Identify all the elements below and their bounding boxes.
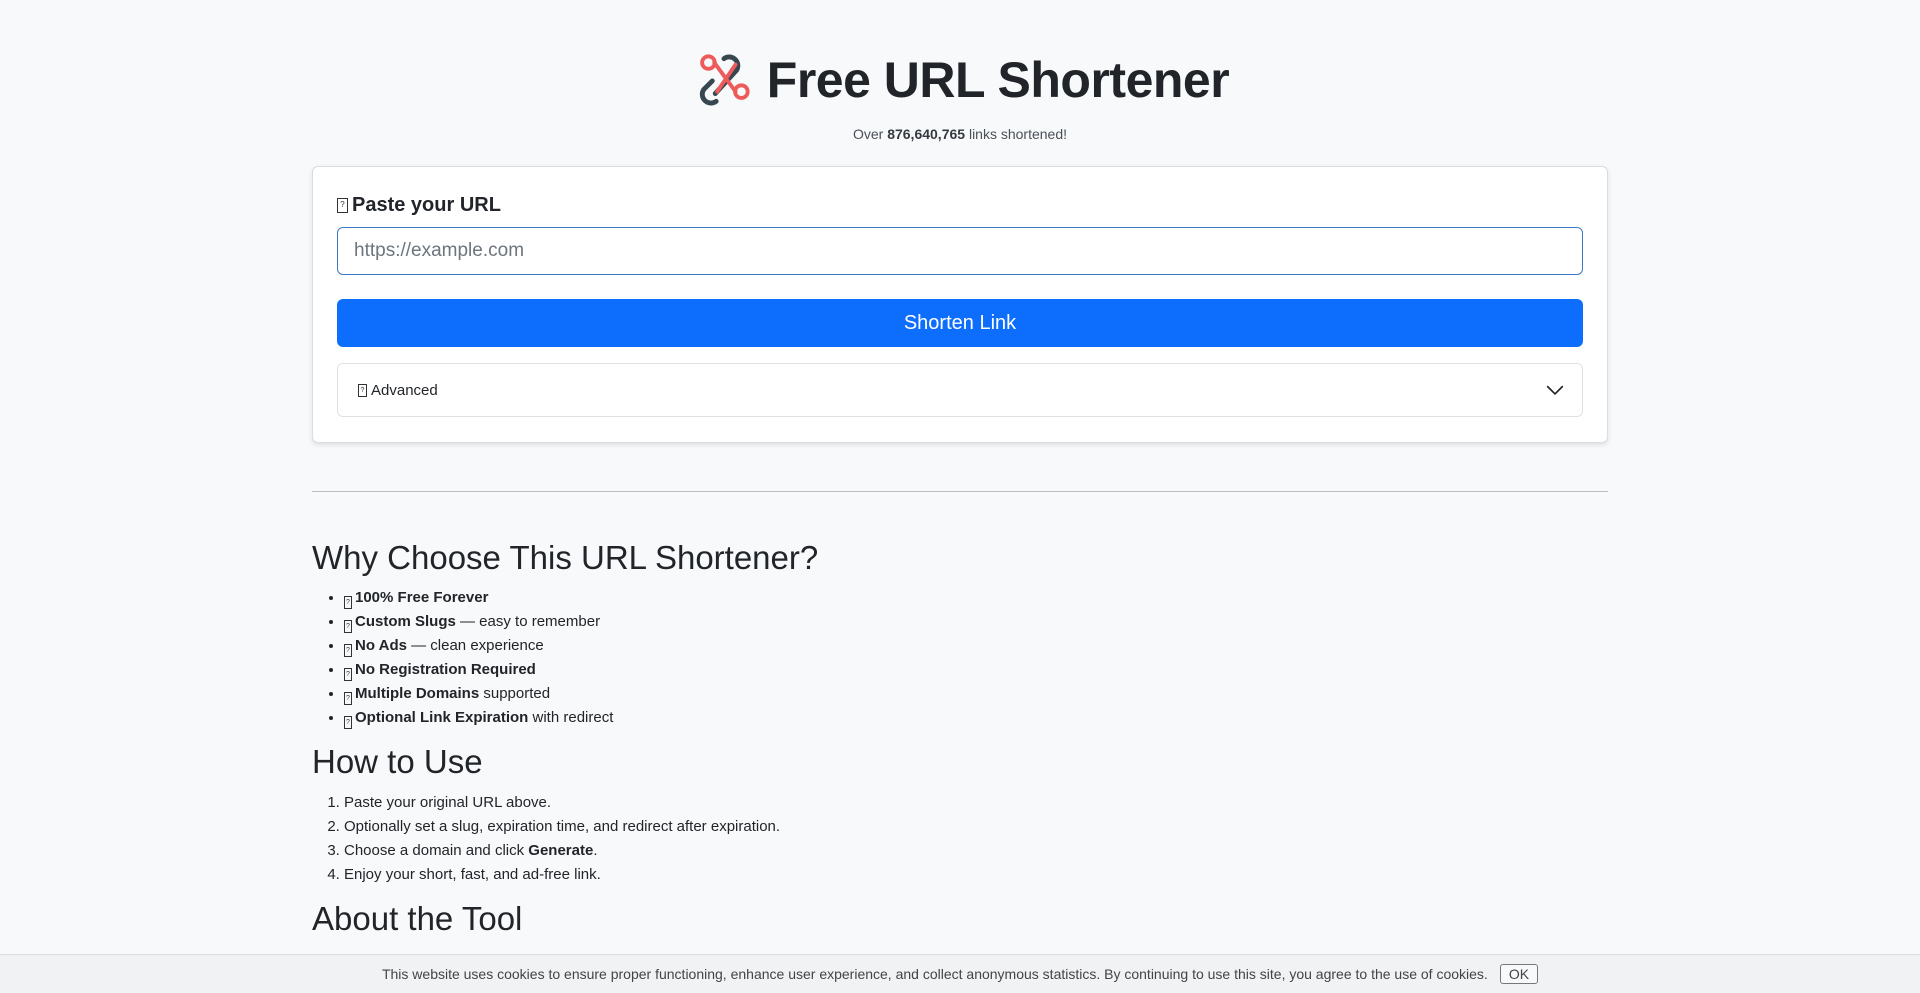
title-row: Free URL Shortener xyxy=(312,48,1608,112)
missing-glyph-icon: ? xyxy=(344,667,352,681)
counter-prefix: Over xyxy=(852,126,884,142)
chevron-down-icon xyxy=(1546,385,1564,395)
missing-glyph-icon: ? xyxy=(344,643,352,657)
scissors-link-icon xyxy=(699,54,750,106)
missing-glyph-icon: ? xyxy=(358,383,367,397)
page-container: Free URL Shortener Over 876,640,765 link… xyxy=(312,0,1608,939)
list-item: Enjoy your short, fast, and ad-free link… xyxy=(344,863,1608,887)
step-text: Choose a domain and click xyxy=(344,842,529,860)
missing-glyph-icon: ? xyxy=(344,715,352,729)
list-item: ?Custom Slugs — easy to remember xyxy=(344,610,1608,634)
list-item: ?Optional Link Expiration with redirect xyxy=(344,706,1608,730)
cookie-text: This website uses cookies to ensure prop… xyxy=(381,966,1488,982)
missing-glyph-icon: ? xyxy=(344,691,352,705)
section-divider xyxy=(312,491,1608,492)
about-heading: About the Tool xyxy=(312,900,523,938)
list-item: ?No Ads — clean experience xyxy=(344,634,1608,658)
feature-title: No Registration Required xyxy=(355,660,536,678)
missing-glyph-icon: ? xyxy=(337,197,348,213)
list-item: ?Multiple Domains supported xyxy=(344,682,1608,706)
list-item: Optionally set a slug, expiration time, … xyxy=(344,815,1608,839)
feature-title: No Ads xyxy=(355,636,407,654)
list-item: ?100% Free Forever xyxy=(344,586,1608,610)
url-input-label: ? Paste your URL xyxy=(337,193,1583,217)
how-heading: How to Use xyxy=(312,742,483,780)
steps-list: Paste your original URL above. Optionall… xyxy=(312,791,1608,887)
shorten-form-card: ? Paste your URL Shorten Link ? Advanced xyxy=(312,166,1608,443)
url-input[interactable] xyxy=(337,227,1583,275)
list-item: Choose a domain and click Generate. xyxy=(344,839,1608,863)
advanced-accordion-toggle[interactable]: ? Advanced xyxy=(337,363,1583,417)
feature-detail: — clean experience xyxy=(406,636,544,654)
list-item: ?No Registration Required xyxy=(344,658,1608,682)
feature-title: 100% Free Forever xyxy=(355,588,489,606)
page-header: Free URL Shortener Over 876,640,765 link… xyxy=(312,0,1608,142)
feature-detail: with redirect xyxy=(528,708,614,726)
step-emphasis: Generate xyxy=(528,842,594,860)
links-counter: Over 876,640,765 links shortened! xyxy=(312,126,1608,142)
counter-suffix: links shortened! xyxy=(968,126,1068,142)
url-label-text: Paste your URL xyxy=(352,193,501,216)
step-text: . xyxy=(593,842,598,860)
feature-title: Custom Slugs xyxy=(355,612,456,630)
features-list: ?100% Free Forever ?Custom Slugs — easy … xyxy=(312,586,1608,730)
page-title: Free URL Shortener xyxy=(766,52,1230,108)
about-section: About the Tool xyxy=(312,899,1608,939)
cookie-banner: This website uses cookies to ensure prop… xyxy=(0,954,1920,993)
counter-value: 876,640,765 xyxy=(887,126,966,142)
feature-detail: — easy to remember xyxy=(455,612,601,630)
list-item: Paste your original URL above. xyxy=(344,791,1608,815)
missing-glyph-icon: ? xyxy=(344,595,352,609)
missing-glyph-icon: ? xyxy=(344,619,352,633)
feature-title: Multiple Domains xyxy=(355,684,480,702)
advanced-label: ? Advanced xyxy=(358,382,438,399)
how-section: How to Use Paste your original URL above… xyxy=(312,742,1608,888)
advanced-label-text: Advanced xyxy=(371,381,438,399)
feature-detail: supported xyxy=(479,684,551,702)
shorten-link-button[interactable]: Shorten Link xyxy=(337,299,1583,347)
why-heading: Why Choose This URL Shortener? xyxy=(312,539,819,576)
cookie-ok-button[interactable]: OK xyxy=(1499,964,1539,984)
why-section: Why Choose This URL Shortener? ?100% Fre… xyxy=(312,538,1608,730)
feature-title: Optional Link Expiration xyxy=(355,708,529,726)
